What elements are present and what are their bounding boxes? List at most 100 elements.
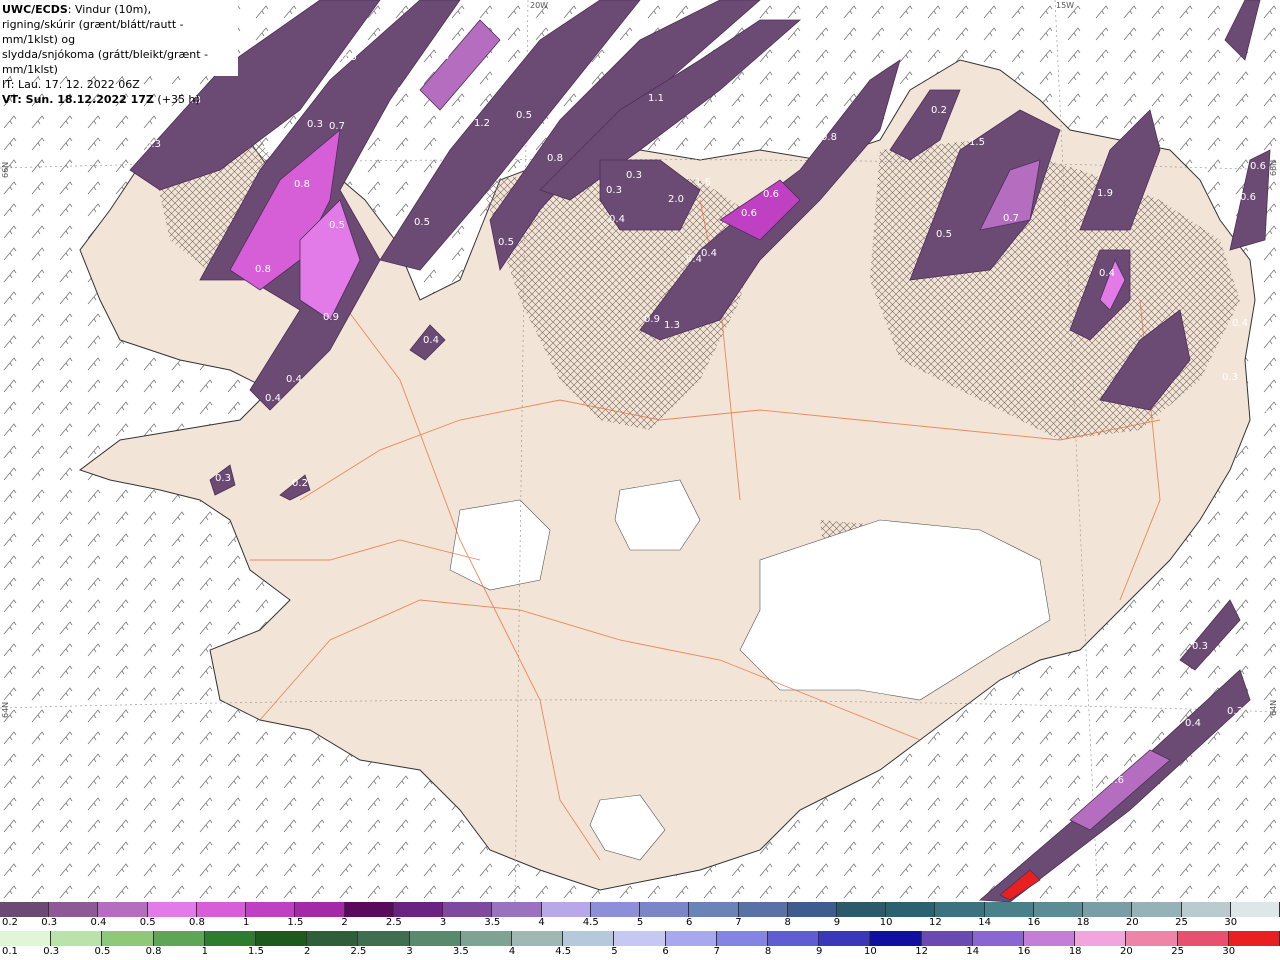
precip-value-label: 1.6 bbox=[695, 177, 711, 188]
legend-label: 9 bbox=[816, 946, 823, 957]
precip-value-label: 1.2 bbox=[474, 118, 490, 129]
precip-value-label: 0.4 bbox=[609, 214, 625, 225]
legend-label: 1.5 bbox=[248, 946, 264, 957]
legend-swatch bbox=[921, 931, 973, 946]
legend-rain-swatches bbox=[0, 931, 1280, 946]
legend-label: 0.4 bbox=[90, 917, 107, 928]
legend-label: 14 bbox=[978, 917, 991, 928]
legend-swatch bbox=[563, 931, 615, 946]
legend-swatch bbox=[1024, 931, 1076, 946]
legend-label: 25 bbox=[1171, 946, 1184, 957]
header-product: UWC/ECDS bbox=[2, 3, 68, 16]
precip-value-label: 0.7 bbox=[329, 121, 345, 132]
graticule-lat-66-right: 66N bbox=[1269, 160, 1278, 176]
precip-value-label: 0.7 bbox=[435, 51, 451, 62]
legend-swatch bbox=[768, 931, 820, 946]
legend-rain: 0.1 0.3 0.5 0.8 1 1.5 2 2.5 3 3.5 4 4.5 5 6 7 8 9 10 12 14 1… bbox=[0, 931, 1280, 960]
precip-value-label: 0.6 bbox=[1250, 161, 1266, 172]
legend-label: 3.5 bbox=[484, 917, 501, 928]
precip-value-label: 2.0 bbox=[668, 194, 684, 205]
legend-swatch bbox=[819, 931, 871, 946]
legend-snow-labels: 0.2 0.3 0.4 0.5 0.8 1 1.5 2 2.5 3 3.5 4 4.5 5 6 7 8 9 10 12… bbox=[0, 917, 1280, 931]
legend-label: 6 bbox=[686, 917, 693, 928]
precip-value-label: 0.9 bbox=[644, 314, 660, 325]
legend-swatch bbox=[614, 931, 666, 946]
precip-value-label: 0.9 bbox=[323, 312, 339, 323]
legend-swatch bbox=[0, 902, 50, 917]
legend-label: 4 bbox=[508, 946, 516, 957]
legend-label: 8 bbox=[764, 946, 772, 957]
precip-value-label: 0.8 bbox=[821, 132, 837, 143]
header-lead-time: (+35 h) bbox=[153, 93, 200, 106]
weather-map[interactable]: 20W 15W 66N 66N 64N 64N 0.3 0.5 0.3 0.3 0.3 0… bbox=[0, 0, 1280, 902]
legend-label: 18 bbox=[1076, 917, 1090, 928]
legend-swatch bbox=[153, 931, 205, 946]
precip-value-label: 0.3 bbox=[772, 111, 788, 122]
legend-label: 25 bbox=[1175, 917, 1188, 928]
header-line-3: slydda/snjókoma (grátt/bleikt/grænt - mm… bbox=[2, 48, 209, 76]
precip-value-label: 0.4 bbox=[265, 393, 281, 404]
legend-swatch bbox=[1132, 902, 1182, 917]
legend-swatch bbox=[1126, 931, 1178, 946]
precip-value-label: 0.3 bbox=[725, 101, 741, 112]
legend-swatch bbox=[49, 902, 99, 917]
precip-value-label: 0.4 bbox=[1099, 268, 1115, 279]
header-valid-time: VT: Sun. 18.12.2022 17Z bbox=[2, 93, 154, 106]
legend-label: 16 bbox=[1017, 946, 1031, 957]
legend-swatch bbox=[689, 902, 739, 917]
legend-label: 5 bbox=[611, 946, 618, 957]
precip-value-label: 0.4 bbox=[701, 248, 717, 259]
legend-label: 16 bbox=[1027, 917, 1041, 928]
legend-label: 0.3 bbox=[43, 946, 60, 957]
precip-value-label: 0.6 bbox=[1108, 775, 1124, 786]
legend-label: 12 bbox=[929, 917, 942, 928]
precip-value-label: 0.6 bbox=[763, 189, 779, 200]
precip-value-label: 0.5 bbox=[414, 217, 430, 228]
graticule-lon-20: 20W bbox=[530, 1, 548, 10]
legend-label: 0.8 bbox=[145, 946, 162, 957]
legend-label: 4 bbox=[538, 917, 545, 928]
precip-value-label: 0.6 bbox=[1240, 192, 1256, 203]
legend-swatch bbox=[886, 902, 936, 917]
legend-label: 1 bbox=[201, 946, 208, 957]
legend-swatch bbox=[307, 931, 359, 946]
legend-label: 10 bbox=[879, 917, 893, 928]
legend-swatch bbox=[640, 902, 690, 917]
legend-label: 8 bbox=[784, 917, 791, 928]
legend-swatch bbox=[738, 902, 788, 917]
legend-label: 20 bbox=[1120, 946, 1133, 957]
precip-value-label: 0.3 bbox=[1222, 372, 1238, 383]
legend-label: 14 bbox=[966, 946, 980, 957]
precip-value-label: 0.4 bbox=[423, 335, 439, 346]
legend-swatch bbox=[1033, 902, 1084, 917]
legend-label: 0.1 bbox=[2, 946, 18, 957]
legend-swatch bbox=[196, 902, 247, 917]
legend-label: 2 bbox=[341, 917, 348, 928]
legend-label: 4.5 bbox=[582, 917, 599, 928]
precip-value-label: 0.8 bbox=[547, 153, 563, 164]
legend-label: 20 bbox=[1125, 917, 1139, 928]
precip-value-label: 0.3 bbox=[215, 473, 231, 484]
header-line-5: VT: Sun. 18.12.2022 17Z (+35 h) bbox=[2, 92, 236, 107]
precip-value-label: 0.3 bbox=[1192, 641, 1208, 652]
legend-swatch bbox=[460, 931, 513, 946]
legend-swatch bbox=[541, 902, 591, 917]
legend-label: 7 bbox=[713, 946, 720, 957]
precip-value-label: 1.3 bbox=[664, 320, 680, 331]
precip-value-label: 0.2 bbox=[384, 126, 400, 137]
legend-swatch bbox=[787, 902, 837, 917]
legend-swatch bbox=[1230, 902, 1280, 917]
legend-swatch bbox=[409, 931, 461, 946]
precip-value-label: 0.5 bbox=[516, 110, 532, 121]
legend-swatch bbox=[1177, 931, 1229, 946]
precip-value-label: 0.5 bbox=[498, 237, 514, 248]
precip-value-label: 0.3 bbox=[626, 170, 642, 181]
header-variable: : Vindur (10m), bbox=[67, 3, 152, 16]
legend-label: 5 bbox=[636, 917, 644, 928]
precip-value-label: 0.6 bbox=[397, 86, 413, 97]
legend-label: 2.5 bbox=[385, 917, 402, 928]
precip-value-label: 0.4 bbox=[286, 374, 302, 385]
legend-swatch bbox=[358, 931, 410, 946]
legend-swatch bbox=[665, 931, 717, 946]
legend-label: 6 bbox=[662, 946, 669, 957]
